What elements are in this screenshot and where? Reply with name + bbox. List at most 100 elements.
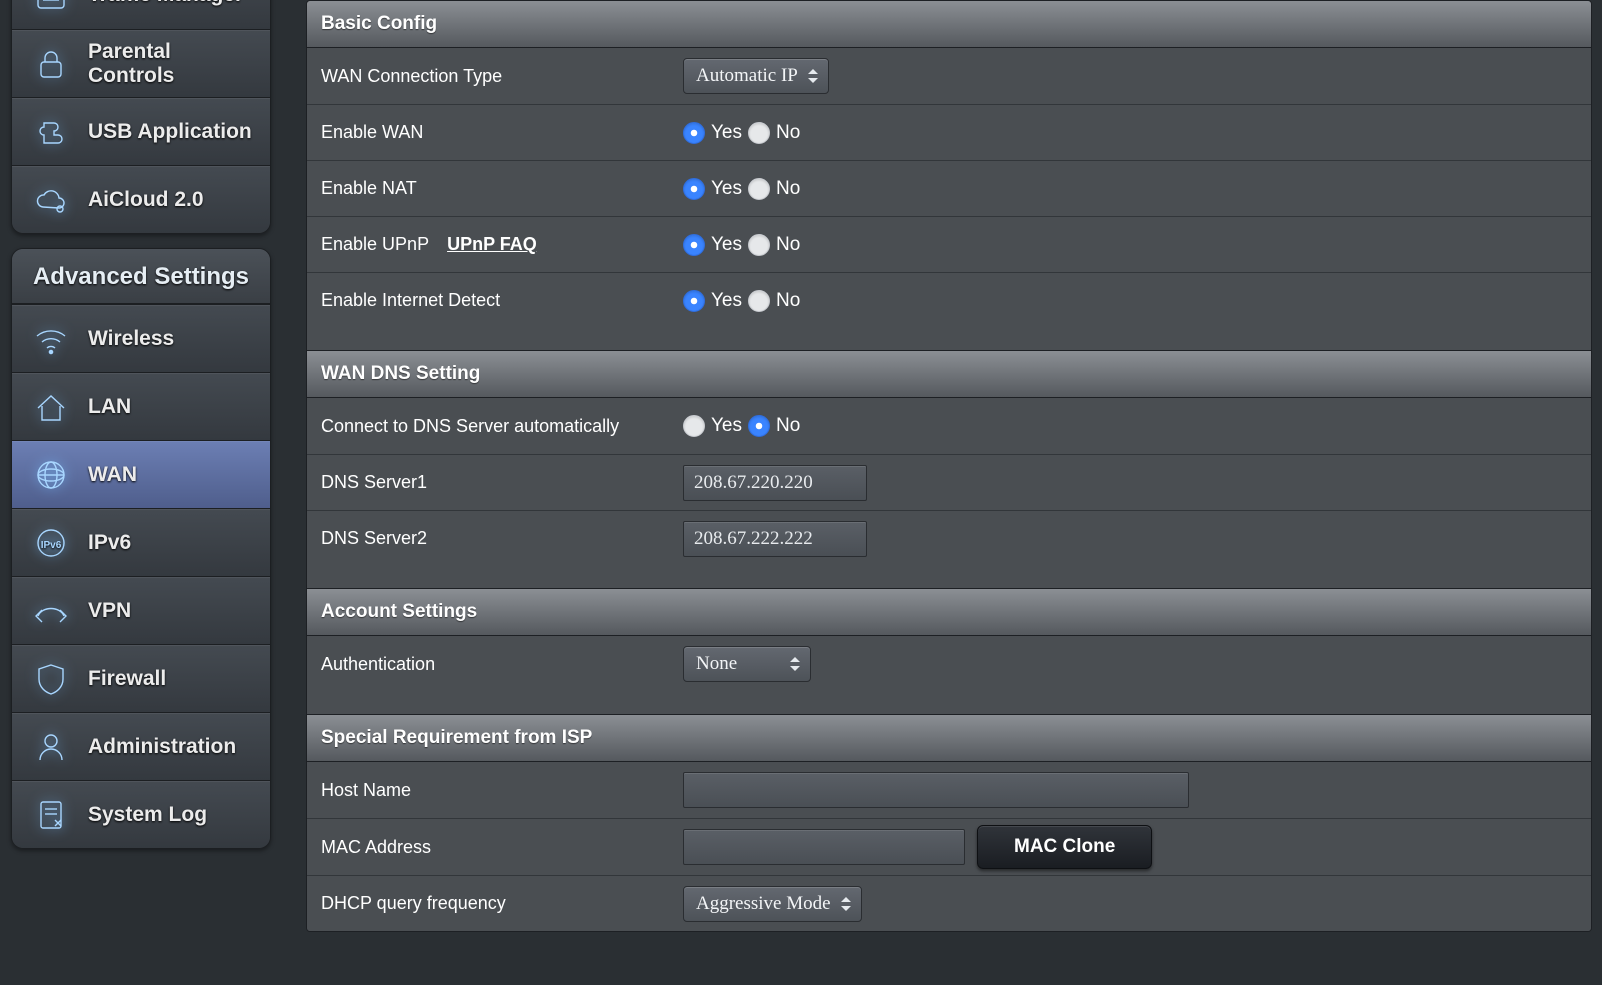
sidebar-item-label: Administration	[88, 735, 236, 759]
sidebar-item-label: Traffic Manager	[88, 0, 243, 7]
sidebar-item-system-log[interactable]: System Log	[12, 780, 270, 848]
row-enable-wan: Enable WAN Yes No	[307, 104, 1591, 160]
radio-dot-icon	[748, 234, 770, 256]
log-icon	[30, 794, 72, 836]
sidebar-item-parental-controls[interactable]: Parental Controls	[12, 29, 270, 97]
label-enable-internet-detect: Enable Internet Detect	[307, 290, 683, 311]
label-enable-nat: Enable NAT	[307, 178, 683, 199]
link-upnp-faq[interactable]: UPnP FAQ	[447, 234, 537, 255]
sidebar-item-firewall[interactable]: Firewall	[12, 644, 270, 712]
radio-label-yes: Yes	[711, 290, 742, 312]
row-authentication: Authentication None	[307, 636, 1591, 692]
user-icon	[30, 726, 72, 768]
sidebar-item-wireless[interactable]: Wireless	[12, 304, 270, 372]
sidebar-item-label: Parental Controls	[88, 40, 252, 88]
section-header-account: Account Settings	[307, 588, 1591, 636]
sidebar-item-label: USB Application	[88, 120, 252, 144]
radio-dns-auto-yes[interactable]	[683, 415, 705, 437]
select-wan-connection-type[interactable]: Automatic IP	[683, 58, 829, 94]
input-dns-server2[interactable]	[683, 521, 867, 557]
radio-dot-icon	[748, 290, 770, 312]
sidebar-item-lan[interactable]: LAN	[12, 372, 270, 440]
sidebar-item-label: VPN	[88, 599, 131, 623]
sidebar-item-usb-application[interactable]: USB Application	[12, 97, 270, 165]
select-value: None	[696, 653, 737, 675]
label-host-name: Host Name	[307, 780, 683, 801]
label-dns-auto: Connect to DNS Server automatically	[307, 416, 683, 437]
radio-label-no: No	[776, 178, 800, 200]
label-text: Enable UPnP	[321, 234, 429, 255]
globe-icon	[30, 454, 72, 496]
section-header-basic: Basic Config	[307, 1, 1591, 48]
radio-enable-upnp-yes[interactable]	[683, 234, 705, 256]
home-icon	[30, 386, 72, 428]
row-dns-server2: DNS Server2	[307, 510, 1591, 566]
radio-dot-icon	[683, 290, 705, 312]
sidebar-item-traffic-manager[interactable]: Traffic Manager	[12, 0, 270, 29]
sidebar-item-label: LAN	[88, 395, 131, 419]
radio-internet-detect-no[interactable]	[748, 290, 770, 312]
row-mac-address: MAC Address MAC Clone	[307, 818, 1591, 875]
label-enable-upnp: Enable UPnP UPnP FAQ	[307, 234, 683, 255]
radio-enable-wan-no[interactable]	[748, 122, 770, 144]
sidebar-item-ipv6[interactable]: IPv6 IPv6	[12, 508, 270, 576]
select-value: Aggressive Mode	[696, 893, 831, 915]
row-wan-connection-type: WAN Connection Type Automatic IP	[307, 48, 1591, 104]
puzzle-icon	[30, 111, 72, 153]
label-authentication: Authentication	[307, 654, 683, 675]
radio-enable-wan-yes[interactable]	[683, 122, 705, 144]
input-host-name[interactable]	[683, 772, 1189, 808]
radio-group-dns-auto: Yes No	[683, 415, 1591, 437]
label-wan-connection-type: WAN Connection Type	[307, 66, 683, 87]
sidebar-item-label: AiCloud 2.0	[88, 188, 204, 212]
radio-dot-icon	[683, 178, 705, 200]
section-header-dns: WAN DNS Setting	[307, 350, 1591, 398]
label-dhcp-query: DHCP query frequency	[307, 893, 683, 914]
sidebar-item-wan[interactable]: WAN	[12, 440, 270, 508]
radio-label-yes: Yes	[711, 122, 742, 144]
sidebar-general-group: Traffic Manager Parental Controls USB Ap…	[11, 0, 271, 234]
sidebar-item-label: System Log	[88, 803, 207, 827]
radio-enable-nat-yes[interactable]	[683, 178, 705, 200]
row-enable-upnp: Enable UPnP UPnP FAQ Yes No	[307, 216, 1591, 272]
row-enable-internet-detect: Enable Internet Detect Yes No	[307, 272, 1591, 328]
sidebar-item-aicloud[interactable]: AiCloud 2.0	[12, 165, 270, 233]
radio-group-enable-nat: Yes No	[683, 178, 1591, 200]
settings-panel: Basic Config WAN Connection Type Automat…	[306, 0, 1592, 932]
label-dns-server1: DNS Server1	[307, 472, 683, 493]
svg-text:IPv6: IPv6	[41, 540, 62, 551]
section-header-isp: Special Requirement from ISP	[307, 714, 1591, 762]
sidebar-item-label: IPv6	[88, 531, 131, 555]
sidebar-item-administration[interactable]: Administration	[12, 712, 270, 780]
button-mac-clone[interactable]: MAC Clone	[977, 825, 1152, 869]
radio-dot-icon	[683, 122, 705, 144]
lock-icon	[30, 43, 72, 85]
radio-group-enable-internet-detect: Yes No	[683, 290, 1591, 312]
radio-label-yes: Yes	[711, 234, 742, 256]
vpn-icon	[30, 590, 72, 632]
label-dns-server2: DNS Server2	[307, 528, 683, 549]
sidebar-advanced-group: Advanced Settings Wireless LAN WAN IPv6 …	[11, 248, 271, 849]
row-dns-server1: DNS Server1	[307, 454, 1591, 510]
input-dns-server1[interactable]	[683, 465, 867, 501]
input-mac-address[interactable]	[683, 829, 965, 865]
radio-dns-auto-no[interactable]	[748, 415, 770, 437]
select-authentication[interactable]: None	[683, 646, 811, 682]
radio-label-yes: Yes	[711, 178, 742, 200]
chevron-updown-icon	[790, 657, 800, 671]
radio-label-no: No	[776, 234, 800, 256]
radio-internet-detect-yes[interactable]	[683, 290, 705, 312]
radio-enable-nat-no[interactable]	[748, 178, 770, 200]
radio-label-no: No	[776, 122, 800, 144]
select-dhcp-query[interactable]: Aggressive Mode	[683, 886, 862, 922]
ipv6-icon: IPv6	[30, 522, 72, 564]
wifi-icon	[30, 318, 72, 360]
shield-icon	[30, 658, 72, 700]
radio-enable-upnp-no[interactable]	[748, 234, 770, 256]
radio-label-no: No	[776, 290, 800, 312]
cloud-icon	[30, 179, 72, 221]
sidebar-advanced-title: Advanced Settings	[12, 249, 270, 304]
sidebar-item-vpn[interactable]: VPN	[12, 576, 270, 644]
row-dhcp-query: DHCP query frequency Aggressive Mode	[307, 875, 1591, 931]
label-enable-wan: Enable WAN	[307, 122, 683, 143]
